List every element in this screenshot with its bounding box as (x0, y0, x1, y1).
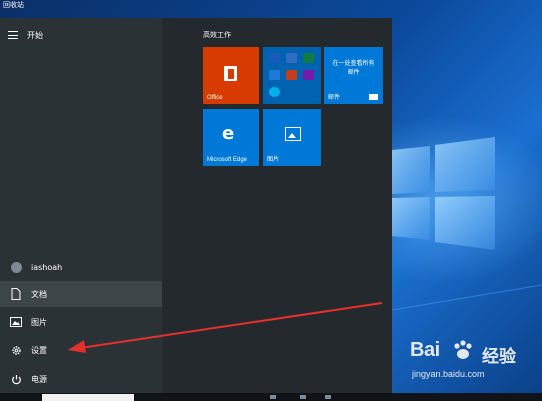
gear-icon (10, 344, 22, 356)
sidebar-item-label: 图片 (31, 317, 47, 327)
baidu-paw-icon (454, 340, 472, 359)
sidebar-item-user[interactable]: iashoah (0, 254, 162, 280)
word-icon (269, 53, 280, 63)
sidebar-item-documents[interactable]: 文档 (0, 281, 162, 307)
skype-icon (269, 87, 280, 97)
tile-office-apps-folder[interactable] (263, 47, 321, 104)
recycle-bin-label[interactable]: 回收站 (0, 0, 27, 10)
edge-logo-icon: e (222, 123, 235, 144)
sidebar-item-settings[interactable]: 设置 (0, 337, 162, 363)
taskbar (0, 393, 542, 401)
photos-icon (285, 127, 301, 141)
picture-icon (10, 316, 22, 328)
onenote-icon (303, 70, 314, 80)
jingyan-text: 经验 (482, 347, 516, 367)
tile-label: Office (207, 95, 223, 101)
baidu-jingyan-watermark: Bai 经验 jingyan.baidu.com (410, 339, 536, 387)
tile-label: 邮件 (328, 95, 341, 101)
tile-mail[interactable]: 在一处查看所有 邮件 邮件 (324, 47, 383, 104)
excel-icon (303, 53, 314, 63)
sidebar-item-label: 电源 (31, 374, 47, 384)
sidebar-item-label: 设置 (31, 345, 47, 355)
onedrive-icon (269, 70, 280, 80)
watermark-url: jingyan.baidu.com (412, 369, 485, 379)
sidebar-item-pictures[interactable]: 图片 (0, 309, 162, 335)
sidebar-item-label: 文档 (31, 289, 47, 299)
office-logo-icon (224, 66, 237, 81)
powerpoint-icon (286, 70, 297, 80)
start-menu-sidebar: 开始 iashoah 文档 图片 设置 电源 (0, 18, 162, 393)
tile-office[interactable]: Office (203, 47, 259, 104)
mail-tile-text: 在一处查看所有 邮件 (332, 60, 375, 76)
taskbar-app-icon[interactable] (325, 395, 331, 399)
hamburger-menu-icon[interactable] (8, 31, 18, 39)
user-avatar-icon (10, 261, 22, 273)
tile-group-title: 高效工作 (203, 31, 231, 39)
tile-label: 图片 (267, 157, 280, 163)
taskbar-app-icon[interactable] (300, 395, 306, 399)
tile-photos[interactable]: 图片 (263, 109, 321, 166)
taskbar-search-box[interactable] (42, 394, 134, 401)
tile-label: Microsoft Edge (207, 157, 248, 163)
sidebar-item-label: iashoah (31, 262, 63, 272)
taskbar-app-icon[interactable] (270, 395, 276, 399)
start-menu: 开始 iashoah 文档 图片 设置 电源 高效工作 Office 在一处查看… (0, 18, 392, 393)
power-icon (10, 373, 22, 385)
start-header-label: 开始 (27, 30, 43, 40)
envelope-icon (369, 94, 378, 100)
baidu-brand-text: Bai (410, 339, 440, 361)
start-menu-header[interactable]: 开始 (8, 28, 43, 42)
tile-microsoft-edge[interactable]: e Microsoft Edge (203, 109, 259, 166)
outlook-icon (286, 53, 297, 63)
document-icon (10, 288, 22, 300)
sidebar-item-power[interactable]: 电源 (0, 366, 162, 392)
